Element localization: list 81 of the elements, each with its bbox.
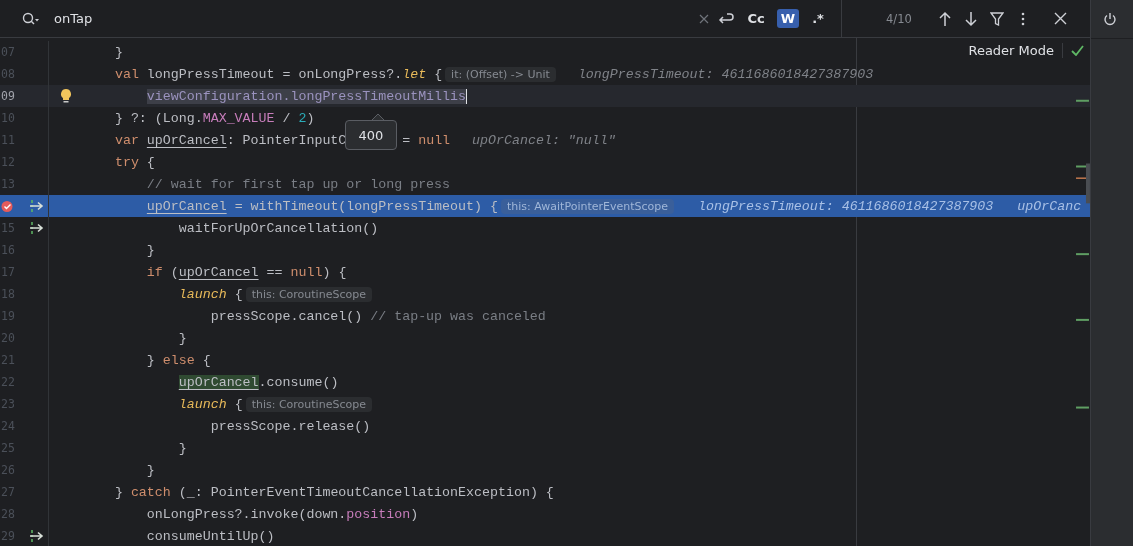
code-text: } [178,440,187,456]
code-text: MAX_VALUE [202,110,275,126]
code-text: try [114,154,139,170]
code-comment: // tap-up was canceled [370,308,546,324]
search-field[interactable]: onTap Cc W .* [0,0,842,37]
debug-value: upOrCanc [1017,198,1082,214]
code-text: { [202,352,211,368]
debug-value: longPressTimeout: 4611686018427387903 [577,66,874,82]
clear-icon[interactable] [699,13,710,24]
code-text: position [346,506,411,522]
code-text: } [146,462,155,478]
power-icon[interactable] [1103,12,1117,26]
code-text: null [290,264,323,280]
check-icon [1071,45,1084,56]
search-option-toggle[interactable]: W [776,9,799,28]
code-text: upOrCancel [178,374,259,390]
code-text: { [234,396,243,412]
lightbulb-icon[interactable] [60,88,72,104]
code-text: null [418,132,451,148]
close-icon[interactable] [1054,12,1068,25]
search-icon[interactable] [22,11,40,26]
code-text: waitForUpOrCancellation() [178,220,379,236]
code-text: pressScope.cancel() [210,308,364,324]
code-text: } [114,44,123,60]
code-text: } [114,484,124,500]
code-text: else [162,352,195,368]
match-count: 4/10 [886,11,912,26]
code-text: ) [306,110,315,126]
code-text: upOrCancel [146,132,227,148]
search-option-toggle[interactable]: Cc [743,9,769,28]
breakpoint-icon[interactable] [1,199,14,213]
line-number: 09 [1,89,15,103]
code-text: } ?: (Long. [114,110,203,126]
inlay-hint: this: CoroutineScope [245,396,372,412]
code-text: launch [178,396,227,412]
code-text: ) [410,506,419,522]
code-text: = withTimeout(longPressTimeout) { [234,198,498,214]
code-text: / [282,110,292,126]
debug-value: longPressTimeout: 4611686018427387903 [698,198,994,214]
code-text: upOrCancel [146,198,227,214]
code-text: } [146,352,156,368]
code-text: onLongPress?.invoke(down. [146,506,347,522]
code-text: = [402,132,412,148]
code-text: catch [130,484,171,500]
code-text: if [146,264,163,280]
code-text: var [114,132,140,148]
code-text: } [146,242,155,258]
code-text: val [114,66,140,82]
code-comment: // wait for first tap up or long press [146,176,451,192]
code-text: let [402,66,427,82]
step-icon [28,529,45,543]
inlay-hint: this: CoroutineScope [245,286,372,302]
code-text: { [146,154,155,170]
inlay-hint: it: (Offset) -> Unit [445,66,556,82]
step-icon [28,221,45,235]
filter-icon[interactable] [989,11,1004,26]
code-text: == [266,264,284,280]
code-text: (_: PointerEventTimeoutCancellationException) { [178,484,554,500]
code-text: .consume() [258,374,339,390]
code-text: : PointerInputC [226,132,347,148]
code-text: consumeUntilUp() [146,528,275,544]
inlay-hint: this: AwaitPointerEventScope [500,198,675,214]
code-text: 2 [298,110,307,126]
code-text: { [434,66,443,82]
code-text: { [234,286,243,302]
search-option-toggle[interactable]: .* [807,9,829,28]
code-text: } [178,330,187,346]
reader-mode-toggle[interactable]: Reader Mode [968,43,1063,58]
selected-code: viewConfiguration.longPressTimeoutMillis [146,88,468,104]
code-text: upOrCancel [178,264,259,280]
code-text: longPressTimeout = onLongPress?. [146,66,403,82]
more-icon[interactable] [1020,11,1025,26]
code-text: ( [170,264,179,280]
code-text: ) { [322,264,347,280]
search-input[interactable]: onTap [48,11,692,26]
step-icon [28,199,45,213]
up-arrow-icon[interactable] [937,10,952,27]
code-text: launch [178,286,227,302]
code-text: pressScope.release() [210,418,371,434]
down-arrow-icon[interactable] [963,10,978,27]
debug-value: upOrCancel: "null" [472,132,616,148]
